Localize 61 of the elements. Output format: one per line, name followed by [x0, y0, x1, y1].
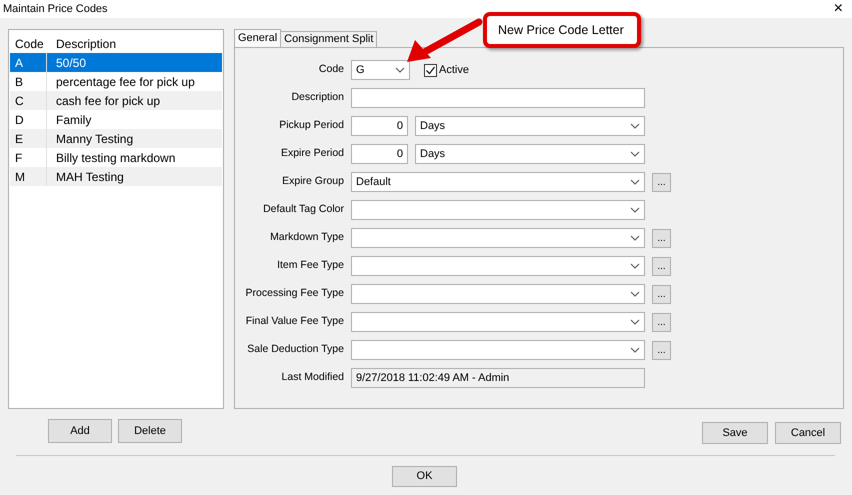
arrow-icon: [405, 16, 485, 64]
chevron-icon: [630, 151, 640, 157]
form-button[interactable]: Save: [702, 422, 768, 444]
chevron-icon: [630, 179, 640, 185]
dropdown[interactable]: Days: [415, 116, 645, 136]
list-row[interactable]: M MAH Testing: [10, 167, 222, 186]
dropdown[interactable]: [351, 256, 645, 276]
callout-note: New Price Code Letter: [483, 12, 641, 48]
checkbox[interactable]: [424, 64, 437, 76]
form-button[interactable]: Cancel: [775, 422, 841, 444]
ok-button[interactable]: OK: [392, 466, 457, 487]
number-field[interactable]: 0: [351, 144, 408, 164]
ellipsis-button[interactable]: ...: [652, 284, 671, 304]
field-label: Description: [290, 90, 344, 106]
field-label: Default Tag Color: [262, 202, 344, 218]
tab[interactable]: General: [234, 29, 282, 47]
list-row[interactable]: C cash fee for pick up: [10, 91, 222, 110]
ellipsis-button[interactable]: ...: [652, 312, 671, 332]
checkbox-label: Active: [439, 62, 469, 78]
chevron-icon: [630, 291, 640, 297]
dropdown[interactable]: [351, 340, 645, 360]
ellipsis-button[interactable]: ...: [652, 228, 671, 248]
field-label: Pickup Period: [278, 118, 344, 134]
field-label: Sale Deduction Type: [246, 342, 344, 358]
chevron-icon: [630, 235, 640, 241]
chevron-icon: [395, 67, 405, 73]
readonly-field: 9/27/2018 11:02:49 AM - Admin: [351, 368, 645, 388]
field-label: Code: [318, 62, 344, 78]
column-header: Description: [55, 36, 118, 52]
field-label: Expire Period: [280, 146, 344, 162]
number-field[interactable]: 0: [351, 116, 408, 136]
tab[interactable]: Consignment Split: [280, 31, 378, 47]
dropdown[interactable]: [351, 200, 645, 220]
ellipsis-button[interactable]: ...: [652, 256, 671, 276]
list-button[interactable]: Delete: [118, 419, 182, 443]
ellipsis-button[interactable]: ...: [652, 340, 671, 360]
chevron-icon: [630, 263, 640, 269]
field-label: Markdown Type: [269, 230, 344, 246]
field-label: Last Modified: [280, 370, 344, 386]
close-button[interactable]: ×: [828, 1, 848, 17]
window-title: Maintain Price Codes: [3, 2, 108, 17]
list-row[interactable]: A 50/50: [10, 53, 222, 72]
field-label: Expire Group: [281, 174, 344, 190]
input-field[interactable]: [351, 88, 645, 108]
dropdown[interactable]: [351, 312, 645, 332]
field-label: Final Value Fee Type: [244, 314, 344, 330]
dropdown[interactable]: Days: [415, 144, 645, 164]
column-header: Code: [14, 36, 45, 52]
chevron-icon: [630, 347, 640, 353]
chevron-icon: [630, 207, 640, 213]
dropdown[interactable]: Default: [351, 172, 645, 192]
ellipsis-button[interactable]: ...: [652, 172, 671, 192]
add-button[interactable]: Add: [48, 419, 112, 443]
dropdown[interactable]: G: [351, 60, 410, 80]
chevron-icon: [630, 123, 640, 129]
field-label: Processing Fee Type: [244, 286, 344, 302]
chevron-icon: [630, 319, 640, 325]
dropdown[interactable]: [351, 228, 645, 248]
dropdown[interactable]: [351, 284, 645, 304]
list-row[interactable]: E Manny Testing: [10, 129, 222, 148]
field-label: Item Fee Type: [276, 258, 344, 274]
